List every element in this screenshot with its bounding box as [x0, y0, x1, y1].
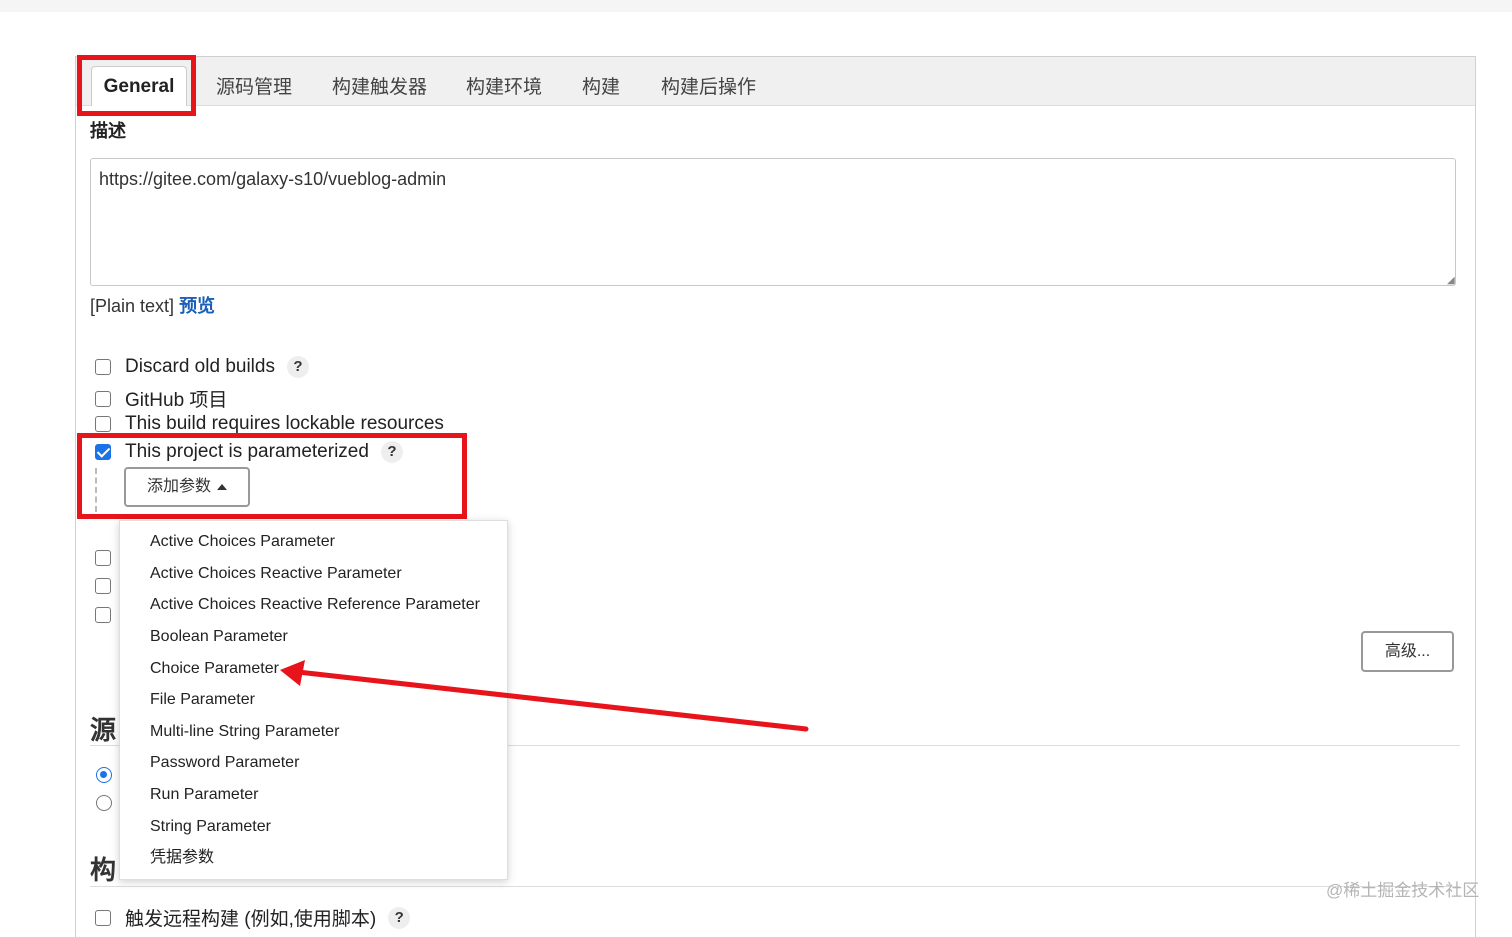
arrow-head — [280, 660, 305, 686]
arrow-shaft — [295, 669, 809, 732]
annotation-arrow — [280, 660, 809, 732]
